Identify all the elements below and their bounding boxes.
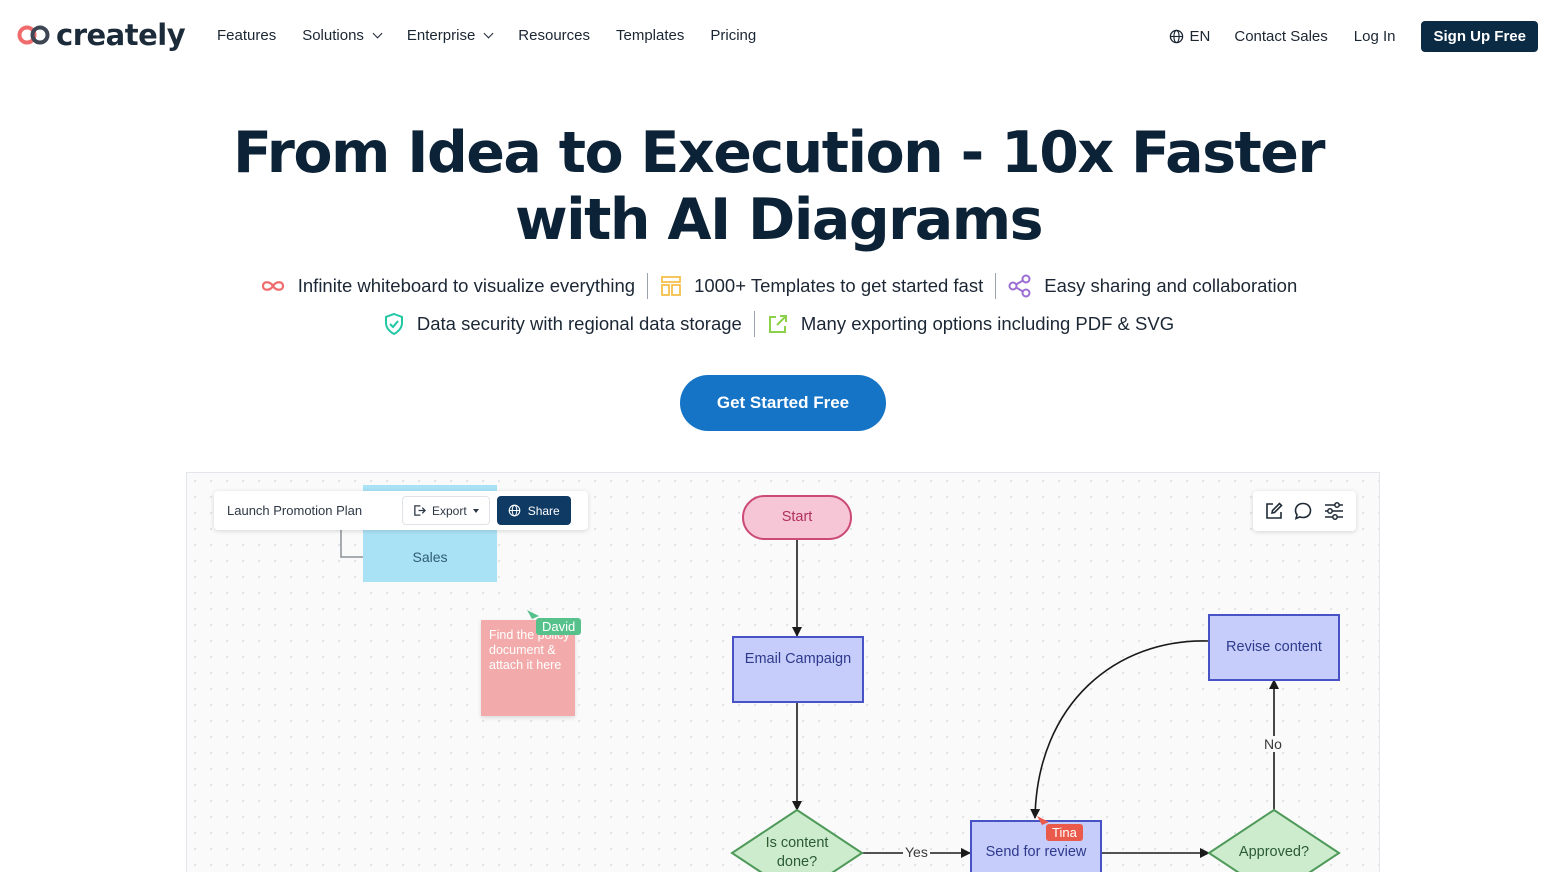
nav-pricing-label: Pricing bbox=[710, 27, 757, 44]
nav-resources[interactable]: Resources bbox=[518, 27, 590, 44]
nav-pricing[interactable]: Pricing bbox=[710, 27, 756, 44]
signup-button[interactable]: Sign Up Free bbox=[1421, 21, 1538, 52]
language-selector[interactable]: EN bbox=[1169, 28, 1211, 45]
comment-icon[interactable] bbox=[1293, 501, 1313, 521]
templates-icon bbox=[661, 276, 681, 296]
email-campaign-node bbox=[732, 636, 864, 703]
share-nodes-icon bbox=[1008, 274, 1031, 298]
creately-logo-icon bbox=[17, 25, 50, 45]
globe-icon bbox=[508, 504, 521, 517]
contact-sales-link[interactable]: Contact Sales bbox=[1234, 28, 1327, 45]
get-started-button[interactable]: Get Started Free bbox=[680, 375, 886, 431]
feature-item: 1000+ Templates to get started fast bbox=[648, 275, 995, 297]
feature-text: 1000+ Templates to get started fast bbox=[694, 275, 984, 296]
login-link[interactable]: Log In bbox=[1354, 28, 1396, 45]
revise-content-label: Revise content bbox=[1226, 639, 1322, 655]
edge-revise-review bbox=[1030, 640, 1210, 819]
export-label: Export bbox=[432, 503, 467, 518]
feature-text: Many exporting options including PDF & S… bbox=[800, 313, 1175, 334]
share-button[interactable]: Share bbox=[496, 496, 571, 525]
no-edge-label: No bbox=[1262, 736, 1284, 752]
feature-text: Easy sharing and collaboration bbox=[1044, 275, 1298, 296]
caret-down-icon bbox=[472, 508, 479, 513]
approved-decision bbox=[1207, 808, 1341, 872]
feature-item: Easy sharing and collaboration bbox=[996, 274, 1309, 298]
nav-solutions[interactable]: Solutions bbox=[302, 27, 383, 44]
nav-features[interactable]: Features bbox=[217, 27, 276, 44]
shield-check-icon bbox=[384, 312, 403, 336]
feature-text: Infinite whiteboard to visualize everyth… bbox=[297, 275, 636, 296]
export-icon bbox=[414, 505, 426, 516]
feature-item: Data security with regional data storage bbox=[371, 312, 754, 336]
globe-icon bbox=[1169, 29, 1183, 44]
hero-title-line2: with AI Diagrams bbox=[514, 187, 1044, 253]
infinity-icon bbox=[261, 281, 284, 291]
collaborator-tag-david: David bbox=[536, 618, 582, 635]
send-review-label: Send for review bbox=[985, 844, 1087, 860]
content-done-label: Is content done? bbox=[765, 835, 829, 870]
hero-title-line1: From Idea to Execution - 10x Faster bbox=[232, 120, 1326, 186]
nav-enterprise-label: Enterprise bbox=[406, 27, 476, 44]
diagram-canvas-preview[interactable]: Sales Start Email Campaign Is content do… bbox=[186, 472, 1380, 872]
edit-icon[interactable] bbox=[1264, 501, 1284, 521]
feature-item: Many exporting options including PDF & S… bbox=[755, 313, 1186, 335]
export-icon bbox=[768, 315, 787, 333]
feature-item: Infinite whiteboard to visualize everyth… bbox=[248, 275, 647, 297]
language-label: EN bbox=[1189, 28, 1211, 45]
hero-title: From Idea to Execution - 10x Faster with… bbox=[0, 120, 1557, 254]
top-navigation: creately Features Solutions Enterprise R… bbox=[0, 0, 1557, 74]
primary-nav: Features Solutions Enterprise Resources … bbox=[217, 27, 782, 44]
share-label: Share bbox=[527, 503, 560, 518]
feature-list-row-1: Infinite whiteboard to visualize everyth… bbox=[0, 273, 1557, 299]
nav-templates-label: Templates bbox=[616, 27, 685, 44]
chevron-down-icon bbox=[372, 28, 383, 39]
approved-label: Approved? bbox=[1238, 844, 1310, 860]
document-title[interactable]: Launch Promotion Plan bbox=[227, 503, 402, 518]
yes-edge-label: Yes bbox=[903, 844, 930, 860]
start-label: Start bbox=[781, 509, 813, 525]
feature-text: Data security with regional data storage bbox=[416, 313, 742, 334]
collaborator-tag-tina: Tina bbox=[1046, 824, 1083, 841]
chevron-down-icon bbox=[483, 28, 494, 39]
nav-enterprise[interactable]: Enterprise bbox=[406, 27, 494, 44]
creately-logo[interactable]: creately bbox=[16, 18, 186, 52]
nav-solutions-label: Solutions bbox=[302, 27, 364, 44]
export-button[interactable]: Export bbox=[402, 496, 490, 525]
nav-actions: EN Contact Sales Log In Sign Up Free bbox=[1169, 21, 1538, 52]
nav-resources-label: Resources bbox=[518, 27, 590, 44]
nav-templates[interactable]: Templates bbox=[616, 27, 684, 44]
canvas-tools bbox=[1253, 491, 1356, 531]
flowchart bbox=[340, 495, 1341, 872]
feature-list-row-2: Data security with regional data storage… bbox=[0, 311, 1557, 337]
nav-features-label: Features bbox=[217, 27, 277, 44]
document-toolbar: Launch Promotion Plan Export Share bbox=[214, 491, 588, 530]
logo-wordmark: creately bbox=[56, 18, 186, 52]
settings-sliders-icon[interactable] bbox=[1323, 501, 1345, 521]
email-campaign-label: Email Campaign bbox=[744, 651, 852, 667]
